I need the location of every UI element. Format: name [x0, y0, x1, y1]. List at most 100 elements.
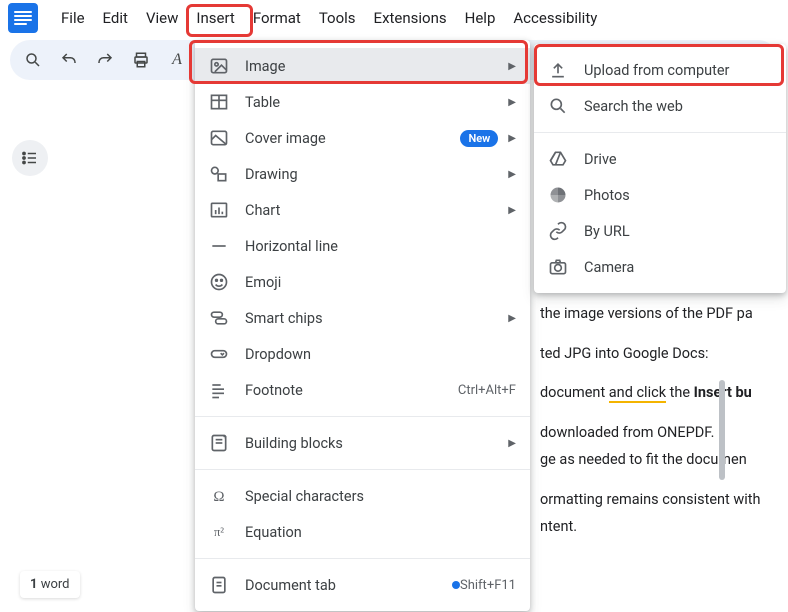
doc-text: document and click the Insert bu — [540, 379, 788, 407]
print-button[interactable] — [124, 45, 158, 75]
submenu-arrow-icon: ▶ — [508, 97, 516, 108]
menu-separator — [195, 558, 530, 559]
submenu-arrow-icon: ▶ — [508, 133, 516, 144]
menu-accessibility[interactable]: Accessibility — [504, 3, 606, 33]
table-icon — [209, 92, 229, 112]
menu-item-label: Smart chips — [245, 310, 508, 327]
menu-view[interactable]: View — [137, 3, 187, 33]
menu-item-label: Camera — [584, 259, 772, 276]
menu-item-label: Search the web — [584, 98, 772, 115]
menu-tools[interactable]: Tools — [310, 3, 365, 33]
upload-icon — [548, 60, 568, 80]
menu-item-label: Chart — [245, 202, 508, 219]
menu-item-label: Dropdown — [245, 346, 516, 363]
submenu-arrow-icon: ▶ — [508, 61, 516, 72]
image-submenu-item-by-url[interactable]: By URL — [534, 213, 786, 249]
new-indicator-dot — [452, 581, 460, 589]
insert-item-equation[interactable]: π² Equation — [195, 514, 530, 550]
menu-item-label: Document tab — [245, 577, 444, 594]
keyboard-shortcut: Ctrl+Alt+F — [458, 383, 516, 398]
search-menus-button[interactable] — [16, 45, 50, 75]
drawing-icon — [209, 164, 229, 184]
keyboard-shortcut: Shift+F11 — [460, 578, 516, 593]
doc-text: ormatting remains consistent with ntent. — [540, 486, 788, 541]
emoji-icon — [209, 272, 229, 292]
menu-item-label: Horizontal line — [245, 238, 516, 255]
menu-item-label: Building blocks — [245, 435, 508, 452]
insert-item-horizontal-line[interactable]: Horizontal line — [195, 228, 530, 264]
menu-edit[interactable]: Edit — [94, 3, 137, 33]
insert-item-table[interactable]: Table▶ — [195, 84, 530, 120]
undo-button[interactable] — [52, 45, 86, 75]
insert-item-smart-chips[interactable]: Smart chips▶ — [195, 300, 530, 336]
menu-insert[interactable]: Insert — [187, 3, 243, 33]
chips-icon — [209, 308, 229, 328]
menu-item-label: Emoji — [245, 274, 516, 291]
svg-text:+: + — [223, 433, 227, 441]
insert-dropdown: Image▶Table▶Cover imageNew▶Drawing▶Chart… — [195, 40, 530, 611]
submenu-arrow-icon: ▶ — [508, 169, 516, 180]
menu-separator — [534, 132, 786, 133]
doctab-icon — [209, 575, 229, 595]
cover-image-icon — [209, 128, 229, 148]
insert-item-image[interactable]: Image▶ — [195, 48, 530, 84]
doc-text: downloaded from ONEPDF. ge as needed to … — [540, 419, 788, 474]
image-submenu-item-drive[interactable]: Drive — [534, 141, 786, 177]
image-submenu-item-camera[interactable]: Camera — [534, 249, 786, 285]
menu-item-label: Drive — [584, 151, 772, 168]
photos-icon — [548, 185, 568, 205]
camera-icon — [548, 257, 568, 277]
menu-format[interactable]: Format — [244, 3, 310, 33]
image-submenu-item-search-the-web[interactable]: Search the web — [534, 88, 786, 124]
image-submenu-item-upload-from-computer[interactable]: Upload from computer — [534, 52, 786, 88]
menu-separator — [195, 469, 530, 470]
new-badge: New — [460, 130, 498, 147]
insert-item-drawing[interactable]: Drawing▶ — [195, 156, 530, 192]
menu-item-label: Cover image — [245, 130, 460, 147]
menu-separator — [195, 416, 530, 417]
menu-item-label: Footnote — [245, 382, 458, 399]
menu-extensions[interactable]: Extensions — [365, 3, 456, 33]
insert-item-emoji[interactable]: Emoji — [195, 264, 530, 300]
menu-item-label: By URL — [584, 223, 772, 240]
menubar: File Edit View Insert Format Tools Exten… — [0, 0, 788, 36]
word-count[interactable]: 1 word — [20, 571, 80, 598]
submenu-arrow-icon: ▶ — [508, 313, 516, 324]
menu-file[interactable]: File — [52, 3, 94, 33]
insert-item-dropdown[interactable]: Dropdown — [195, 336, 530, 372]
menu-item-label: Upload from computer — [584, 62, 772, 79]
doc-text: ted JPG into Google Docs: — [540, 340, 788, 368]
pi-icon: π² — [209, 522, 229, 542]
document-body: the image versions of the PDF pa ted JPG… — [540, 300, 788, 553]
docs-logo[interactable] — [8, 3, 38, 33]
insert-item-building-blocks[interactable]: + Building blocks▶ — [195, 425, 530, 461]
menu-item-label: Photos — [584, 187, 772, 204]
dropdown-icon — [209, 344, 229, 364]
insert-item-document-tab[interactable]: Document tab Shift+F11 — [195, 567, 530, 603]
drive-icon — [548, 149, 568, 169]
omega-icon: Ω — [209, 486, 229, 506]
outline-toggle[interactable] — [12, 140, 48, 176]
chart-icon — [209, 200, 229, 220]
blocks-icon: + — [209, 433, 229, 453]
insert-item-chart[interactable]: Chart▶ — [195, 192, 530, 228]
image-icon — [209, 56, 229, 76]
svg-text:π²: π² — [214, 525, 224, 539]
search-icon — [548, 96, 568, 116]
menu-item-label: Table — [245, 94, 508, 111]
menu-help[interactable]: Help — [456, 3, 505, 33]
hr-icon — [209, 236, 229, 256]
image-submenu-item-photos[interactable]: Photos — [534, 177, 786, 213]
redo-button[interactable] — [88, 45, 122, 75]
insert-item-special-characters[interactable]: ΩSpecial characters — [195, 478, 530, 514]
menu-item-label: Equation — [245, 524, 516, 541]
svg-text:Ω: Ω — [213, 489, 224, 505]
url-icon — [548, 221, 568, 241]
paint-format-button[interactable]: A — [160, 45, 194, 75]
insert-item-cover-image[interactable]: Cover imageNew ▶ — [195, 120, 530, 156]
submenu-arrow-icon: ▶ — [508, 205, 516, 216]
insert-item-footnote[interactable]: FootnoteCtrl+Alt+F — [195, 372, 530, 408]
doc-text: the image versions of the PDF pa — [540, 300, 788, 328]
submenu-arrow-icon: ▶ — [508, 438, 516, 449]
menu-item-label: Image — [245, 58, 508, 75]
